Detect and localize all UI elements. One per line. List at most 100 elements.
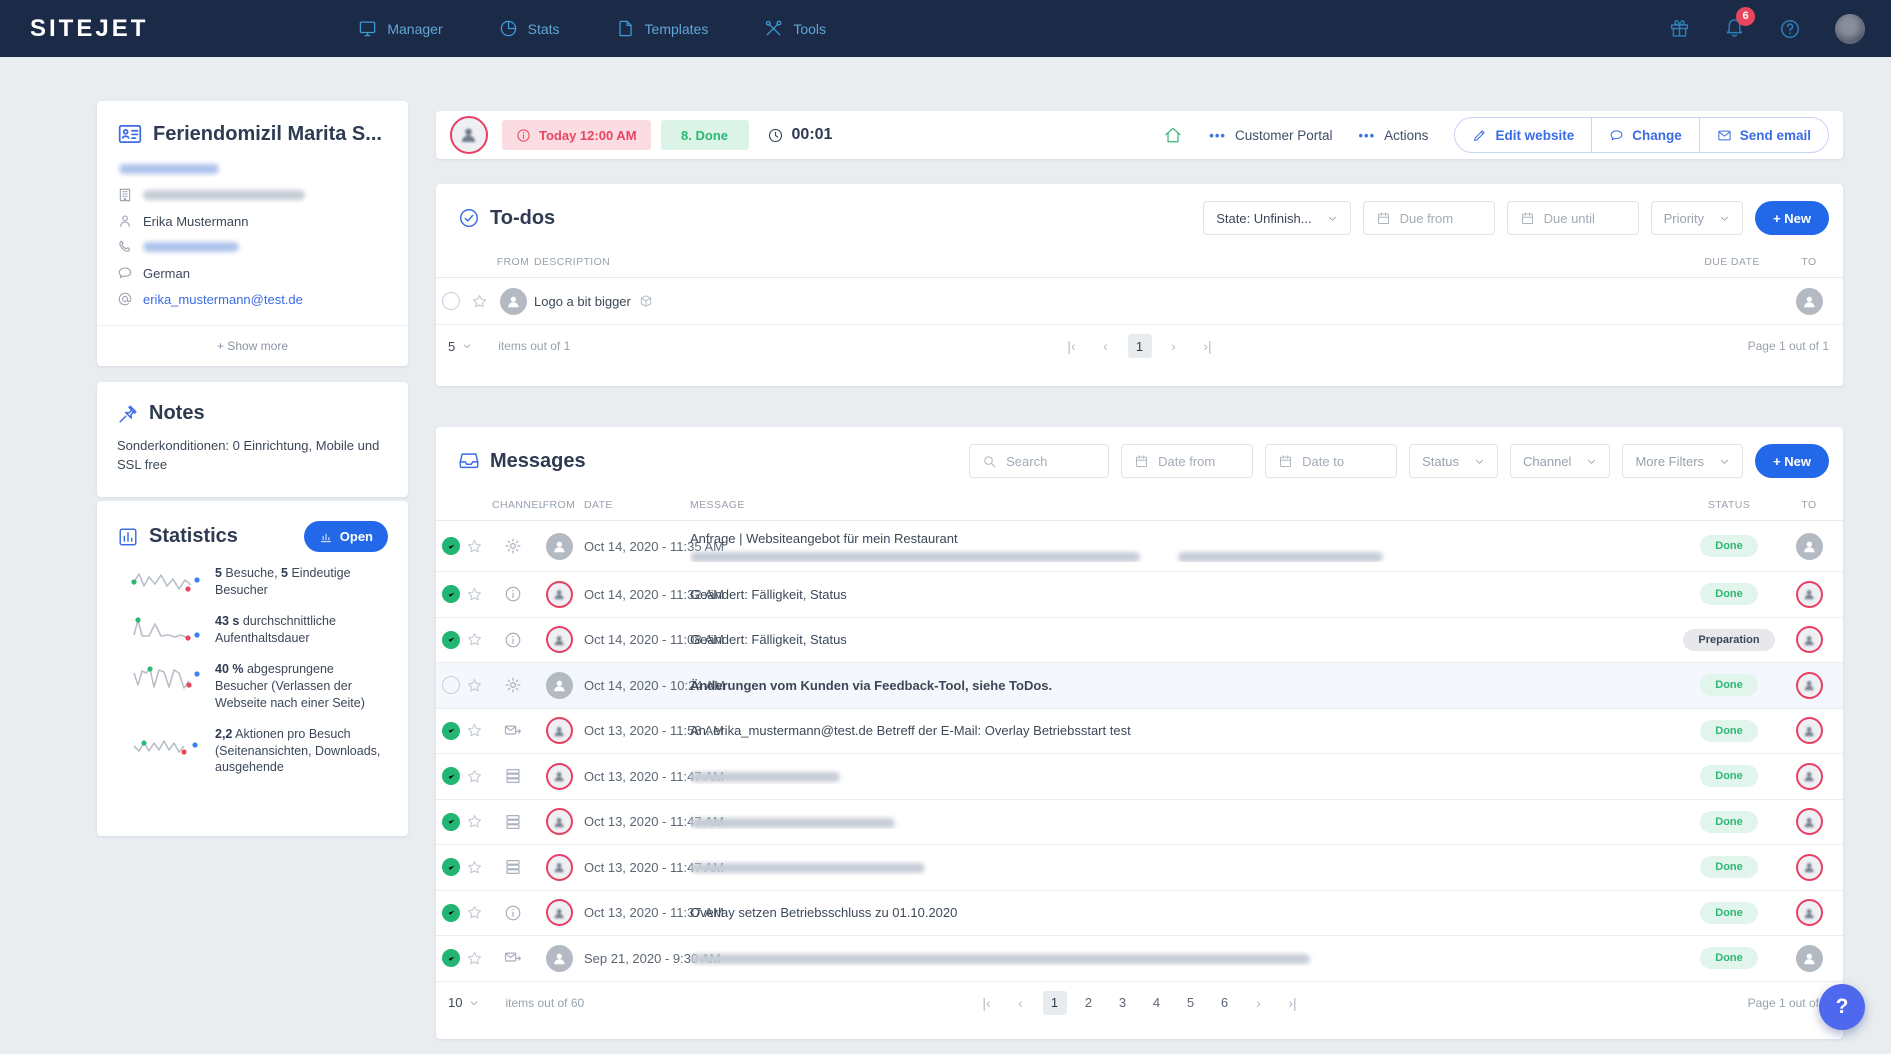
star-icon[interactable]	[466, 904, 483, 921]
message-row[interactable]: Oct 13, 2020 - 11:58 AMAn: erika_musterm…	[436, 709, 1843, 755]
customer-portal-menu[interactable]: ••• Customer Portal	[1209, 128, 1332, 143]
star-icon[interactable]	[466, 950, 483, 967]
state-badge[interactable]: 8. Done	[661, 120, 749, 150]
messages-page-1[interactable]: 1	[1043, 991, 1067, 1015]
unchecked-circle-icon[interactable]	[442, 676, 460, 694]
status-cell: Done	[1671, 947, 1787, 969]
todo-due-from-input[interactable]: Due from	[1363, 201, 1495, 235]
new-todo-button[interactable]: + New	[1755, 201, 1829, 235]
messages-page-6[interactable]: 6	[1213, 991, 1237, 1015]
unchecked-circle-icon[interactable]	[442, 292, 460, 310]
star-icon[interactable]	[466, 813, 483, 830]
customer-email-link[interactable]: erika_mustermann@test.de	[143, 292, 303, 307]
sparkline	[131, 726, 203, 760]
website-home-icon[interactable]	[1163, 125, 1183, 145]
open-statistics-button[interactable]: Open	[304, 521, 388, 552]
message-row[interactable]: Oct 14, 2020 - 11:32 AMGeändert: Fälligk…	[436, 572, 1843, 618]
message-row[interactable]: Oct 13, 2020 - 11:47 AMDone	[436, 800, 1843, 846]
todos-last-page-button[interactable]: ›|	[1196, 334, 1220, 358]
customer-avatar[interactable]	[450, 116, 488, 154]
todos-first-page-button[interactable]: |‹	[1060, 334, 1084, 358]
notifications-bell[interactable]: 6	[1724, 16, 1745, 42]
star-icon[interactable]	[471, 293, 488, 310]
message-row[interactable]: Oct 13, 2020 - 11:37 AMOverlay setzen Be…	[436, 891, 1843, 937]
checked-circle-icon[interactable]	[442, 537, 460, 555]
gift-icon[interactable]	[1669, 18, 1690, 39]
todos-next-page-button[interactable]: ›	[1162, 334, 1186, 358]
statistics-rows: 5 Besuche, 5 Eindeutige Besucher43 s dur…	[117, 565, 388, 776]
todo-priority-filter[interactable]: Priority	[1651, 201, 1743, 235]
todo-due-until-input[interactable]: Due until	[1507, 201, 1639, 235]
todos-prev-page-button[interactable]: ‹	[1094, 334, 1118, 358]
messages-page-4[interactable]: 4	[1145, 991, 1169, 1015]
star-icon[interactable]	[466, 722, 483, 739]
message-row[interactable]: Oct 14, 2020 - 11:35 AMAnfrage | Website…	[436, 521, 1843, 572]
checked-circle-icon[interactable]	[442, 904, 460, 922]
status-cell: Done	[1671, 856, 1787, 878]
star-icon[interactable]	[466, 859, 483, 876]
messages-page-3[interactable]: 3	[1111, 991, 1135, 1015]
nav-item-templates[interactable]: Templates	[616, 19, 709, 38]
chevron-down-icon	[1327, 213, 1338, 224]
feedback-cube-icon[interactable]	[639, 294, 653, 308]
clock-icon	[767, 127, 784, 144]
from-avatar	[546, 626, 573, 653]
messages-status-filter[interactable]: Status	[1409, 444, 1498, 478]
message-date: Oct 13, 2020 - 11:37 AM	[584, 905, 690, 920]
help-fab-button[interactable]: ?	[1819, 984, 1865, 1030]
redacted-phone-number[interactable]	[143, 242, 239, 252]
new-message-button[interactable]: + New	[1755, 444, 1829, 478]
checked-circle-icon[interactable]	[442, 585, 460, 603]
todo-state-filter[interactable]: State: Unfinish...	[1203, 201, 1350, 235]
checked-circle-icon[interactable]	[442, 858, 460, 876]
messages-date-to-input[interactable]: Date to	[1265, 444, 1397, 478]
send-email-button[interactable]: Send email	[1699, 118, 1828, 152]
nav-item-stats[interactable]: Stats	[499, 19, 560, 38]
time-tracker[interactable]: 00:01	[767, 126, 833, 144]
messages-channel-filter[interactable]: Channel	[1510, 444, 1610, 478]
messages-page-2[interactable]: 2	[1077, 991, 1101, 1015]
show-more-button[interactable]: + Show more	[97, 325, 408, 366]
checked-circle-icon[interactable]	[442, 767, 460, 785]
messages-per-page-select[interactable]: 10	[448, 995, 479, 1010]
messages-page-5[interactable]: 5	[1179, 991, 1203, 1015]
message-row[interactable]: Oct 14, 2020 - 10:24 AMÄnderungen vom Ku…	[436, 663, 1843, 709]
checked-circle-icon[interactable]	[442, 631, 460, 649]
messages-more-filters[interactable]: More Filters	[1622, 444, 1743, 478]
messages-first-page-button[interactable]: |‹	[975, 991, 999, 1015]
nav-item-tools[interactable]: Tools	[764, 19, 826, 38]
message-text-value: Änderungen vom Kunden via Feedback-Tool,…	[690, 678, 1052, 693]
messages-date-from-input[interactable]: Date from	[1121, 444, 1253, 478]
checked-circle-icon[interactable]	[442, 949, 460, 967]
actions-menu[interactable]: ••• Actions	[1359, 128, 1429, 143]
phone-icon	[117, 239, 133, 255]
star-icon[interactable]	[466, 586, 483, 603]
messages-prev-page-button[interactable]: ‹	[1009, 991, 1033, 1015]
messages-last-page-button[interactable]: ›|	[1281, 991, 1305, 1015]
checked-circle-icon[interactable]	[442, 813, 460, 831]
checked-circle-icon[interactable]	[442, 722, 460, 740]
user-avatar[interactable]	[1835, 14, 1865, 44]
star-icon[interactable]	[466, 768, 483, 785]
change-button[interactable]: Change	[1591, 118, 1699, 152]
message-row[interactable]: Oct 14, 2020 - 11:08 AMGeändert: Fälligk…	[436, 618, 1843, 664]
message-row[interactable]: Oct 13, 2020 - 11:47 AMDone	[436, 845, 1843, 891]
channel-info-icon	[504, 904, 522, 922]
due-date-badge[interactable]: Today 12:00 AM	[502, 120, 651, 150]
calendar-icon	[1376, 211, 1391, 226]
messages-search-input[interactable]: Search	[969, 444, 1109, 478]
star-icon[interactable]	[466, 538, 483, 555]
edit-website-button[interactable]: Edit website	[1455, 118, 1591, 152]
message-row[interactable]: Oct 13, 2020 - 11:47 AMDone	[436, 754, 1843, 800]
message-row[interactable]: Sep 21, 2020 - 9:30 AMDone	[436, 936, 1843, 982]
todos-page-1[interactable]: 1	[1128, 334, 1152, 358]
redacted-website-link[interactable]	[119, 164, 219, 174]
messages-table-header: CHANNEL FROM DATE MESSAGE STATUS TO	[436, 490, 1843, 521]
todo-row[interactable]: Logo a bit bigger	[436, 278, 1843, 325]
todos-per-page-select[interactable]: 5	[448, 339, 472, 354]
star-icon[interactable]	[466, 631, 483, 648]
help-icon[interactable]	[1779, 18, 1801, 40]
nav-item-manager[interactable]: Manager	[358, 19, 442, 38]
star-icon[interactable]	[466, 677, 483, 694]
messages-next-page-button[interactable]: ›	[1247, 991, 1271, 1015]
